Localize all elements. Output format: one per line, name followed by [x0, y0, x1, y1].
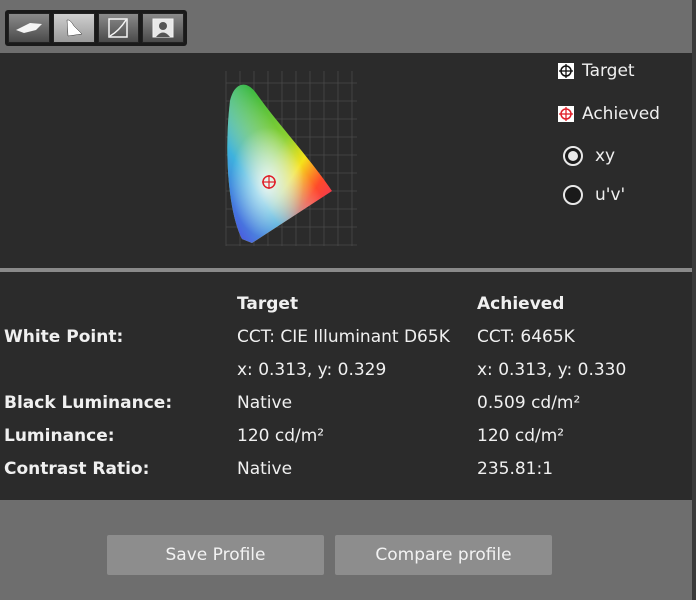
view-toolbar [5, 10, 187, 46]
toolbar-curve-button[interactable] [97, 13, 140, 43]
contrast-ratio-target: Native [237, 459, 293, 479]
luminance-target: 120 cd/m² [237, 426, 325, 446]
row-label-black-luminance: Black Luminance: [4, 393, 173, 413]
radio-uv-label: u'v' [595, 185, 626, 205]
row-label-white-point: White Point: [4, 327, 124, 347]
achieved-marker-icon [558, 106, 574, 122]
row-label-contrast-ratio: Contrast Ratio: [4, 459, 150, 479]
luminance-achieved: 120 cd/m² [477, 426, 565, 446]
gamut-icon [15, 23, 42, 33]
legend-achieved: Achieved [558, 104, 660, 124]
radio-uv[interactable]: u'v' [563, 185, 625, 205]
contrast-ratio-achieved: 235.81:1 [477, 459, 554, 479]
radio-xy[interactable]: xy [563, 146, 615, 166]
chromaticity-panel: Target Achieved xy u'v' [0, 53, 692, 268]
compare-profile-button[interactable]: Compare profile [335, 535, 552, 575]
toolbar-profile-image-button[interactable] [142, 13, 184, 43]
legend-achieved-label: Achieved [582, 104, 660, 124]
toolbar-gamut-button[interactable] [8, 13, 50, 43]
toolbar-white-point-button[interactable] [52, 13, 95, 43]
white-point-xy-target: x: 0.313, y: 0.329 [237, 360, 387, 380]
profile-image-icon [152, 18, 174, 38]
radio-uv-control[interactable] [563, 185, 583, 205]
window-frame: Target Achieved xy u'v' Target Achieved … [0, 0, 696, 600]
save-profile-button[interactable]: Save Profile [107, 535, 324, 575]
white-point-xy-achieved: x: 0.313, y: 0.330 [477, 360, 627, 380]
header-target: Target [237, 294, 299, 314]
radio-xy-label: xy [595, 146, 616, 166]
black-luminance-achieved: 0.509 cd/m² [477, 393, 581, 413]
target-marker-icon [558, 63, 574, 79]
white-point-icon [66, 19, 83, 37]
curve-icon [108, 18, 129, 38]
profile-info-table: Target Achieved White Point: CCT: CIE Il… [0, 272, 692, 500]
header-achieved: Achieved [477, 294, 565, 314]
black-luminance-target: Native [237, 393, 293, 413]
radio-xy-control[interactable] [563, 146, 583, 166]
legend-target-label: Target [582, 61, 635, 81]
white-point-target: CCT: CIE Illuminant D65K [237, 327, 450, 347]
white-point-achieved: CCT: 6465K [477, 327, 575, 347]
legend-target: Target [558, 61, 635, 81]
chromaticity-diagram [225, 71, 357, 246]
row-label-luminance: Luminance: [4, 426, 115, 446]
